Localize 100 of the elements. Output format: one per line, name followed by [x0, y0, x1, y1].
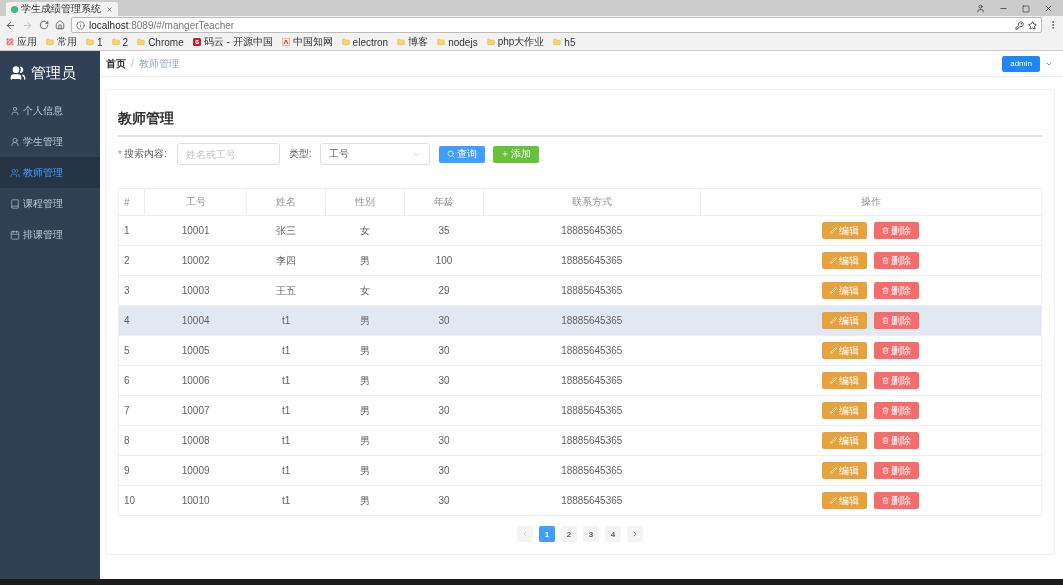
folder-icon [86, 38, 94, 46]
key-icon[interactable] [1015, 20, 1024, 30]
calendar-icon [10, 229, 20, 240]
plus-icon [501, 150, 510, 158]
breadcrumb-separator: / [131, 58, 134, 69]
table-cell: 18885645365 [483, 245, 701, 276]
pencil-icon [830, 407, 838, 414]
table-cell: t1 [246, 485, 326, 516]
table-cell: 男 [325, 305, 405, 336]
folder-icon [341, 38, 350, 46]
home-icon[interactable] [55, 20, 65, 30]
table-cell: 10010 [144, 485, 247, 516]
table-cell: 8 [118, 425, 145, 456]
table-cell: 18885645365 [483, 395, 701, 426]
bookmark[interactable]: 码云 - 开源中国 [192, 35, 273, 49]
reload-icon[interactable] [39, 20, 49, 30]
bookmark[interactable]: php大作业 [486, 35, 545, 49]
close-icon[interactable] [1044, 4, 1053, 13]
column-header: 操作 [700, 188, 1042, 216]
trash-icon [882, 407, 890, 414]
profile-icon[interactable] [976, 4, 985, 13]
table-cell: 10003 [144, 275, 247, 306]
g-logo-icon [192, 38, 201, 46]
table-cell: 10001 [144, 215, 247, 246]
bookmark[interactable]: 2 [111, 36, 129, 48]
page-button[interactable]: 3 [583, 526, 599, 542]
table-cell: 100 [404, 245, 484, 276]
table-cell: t1 [246, 365, 326, 396]
page-title: 教师管理 [118, 110, 1042, 137]
star-icon[interactable] [1028, 20, 1037, 30]
trash-icon [882, 347, 890, 354]
bookmark[interactable]: 应用 [6, 35, 37, 49]
bookmark[interactable]: 中国知网 [281, 35, 333, 49]
trash-icon [882, 317, 890, 324]
required-mark: * [118, 148, 122, 160]
address-bar[interactable]: localhost:8089/#/mangerTeacher [71, 17, 1042, 33]
bookmark[interactable]: 博客 [397, 35, 429, 49]
browser-tab[interactable]: 学生成绩管理系统 [6, 2, 118, 16]
folder-icon [137, 38, 146, 46]
trash-icon [882, 437, 890, 444]
table-cell: 30 [404, 335, 484, 366]
table-cell: 18885645365 [483, 455, 701, 486]
pencil-icon [830, 377, 838, 384]
column-header: 工号 [144, 188, 247, 216]
folder-icon [437, 38, 446, 46]
folder-icon [553, 38, 562, 46]
sidebar-item[interactable]: 个人信息 [0, 95, 100, 126]
table-cell: 3 [118, 275, 145, 306]
back-icon[interactable] [5, 19, 16, 31]
table-cell: 30 [404, 305, 484, 336]
maximize-icon[interactable] [1022, 4, 1030, 13]
pencil-icon [830, 317, 838, 324]
trash-icon [882, 287, 890, 294]
pencil-icon [830, 347, 838, 354]
table-cell: 1 [118, 215, 145, 246]
table-cell: 30 [404, 485, 484, 516]
sidebar-item[interactable]: 排课管理 [0, 219, 100, 250]
table-cell: t1 [246, 425, 326, 456]
table-cell: t1 [246, 305, 326, 336]
pencil-icon [830, 287, 838, 294]
column-header: 性别 [325, 188, 405, 216]
page-button[interactable]: 4 [605, 526, 621, 542]
pencil-icon [830, 467, 838, 474]
table-cell: 10 [118, 485, 145, 516]
bookmark[interactable]: 1 [86, 36, 103, 48]
table-cell: 18885645365 [483, 425, 701, 456]
users-icon [10, 167, 20, 178]
bookmark[interactable]: h5 [553, 36, 576, 48]
sidebar-item[interactable]: 教师管理 [0, 157, 100, 188]
trash-icon [882, 467, 890, 474]
vue-logo-icon [11, 5, 18, 13]
table-cell: 30 [404, 455, 484, 486]
page-button[interactable]: 2 [561, 526, 577, 542]
table-cell: 男 [325, 365, 405, 396]
pencil-icon [830, 257, 838, 264]
pencil-icon [830, 437, 838, 444]
chevron-left-icon [521, 530, 529, 538]
table-cell: 男 [325, 395, 405, 426]
bookmark[interactable]: electron [341, 36, 389, 48]
trash-icon [882, 497, 890, 504]
table-cell: 5 [118, 335, 145, 366]
bookmark[interactable]: Chrome [137, 36, 184, 48]
table-cell: 18885645365 [483, 335, 701, 366]
type-select[interactable]: 工号 [320, 143, 431, 165]
sidebar-item[interactable]: 学生管理 [0, 126, 100, 157]
table-cell: 男 [325, 485, 405, 516]
close-icon[interactable] [106, 5, 113, 13]
pencil-icon [830, 227, 838, 234]
table-cell: 2 [118, 245, 145, 276]
table-cell: 男 [325, 455, 405, 486]
sidebar-item[interactable]: 课程管理 [0, 188, 100, 219]
bookmark[interactable]: nodejs [437, 36, 478, 48]
table-cell: 张三 [246, 215, 326, 246]
breadcrumb-link[interactable]: 首页 [106, 56, 126, 71]
user-button[interactable]: admin [1002, 55, 1040, 72]
bookmark[interactable]: 常用 [46, 35, 77, 49]
trash-icon [882, 257, 890, 264]
table-cell: 18885645365 [483, 275, 701, 306]
person-icon [10, 136, 20, 147]
field-label: 类型: [288, 147, 312, 161]
